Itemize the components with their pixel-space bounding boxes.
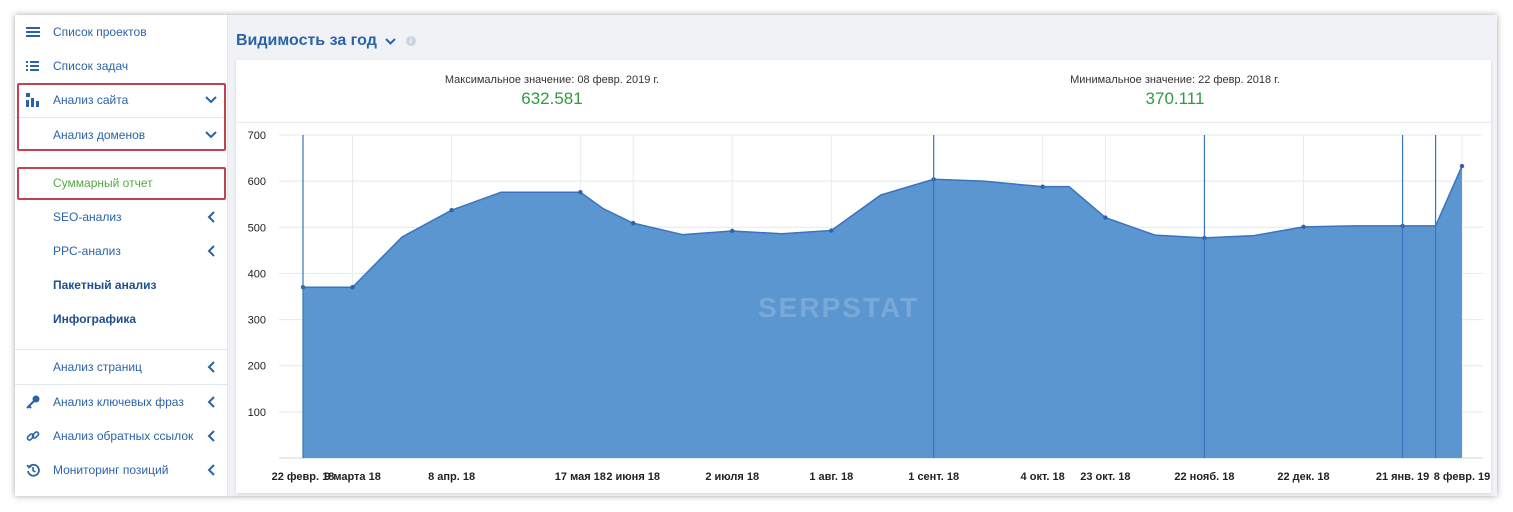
data-point [1459, 163, 1465, 169]
chevron-left-icon [205, 245, 217, 257]
sidebar-item-label: SEO-анализ [53, 210, 122, 224]
sidebar-item-projects[interactable]: Список проектов [15, 15, 227, 49]
x-tick-label: 1 сент. 18 [908, 471, 959, 483]
y-tick-label: 100 [248, 407, 266, 419]
sidebar-item-label: Мониторинг позиций [53, 463, 169, 477]
info-icon[interactable]: i [405, 36, 416, 46]
sidebar-item-ppc-analysis[interactable]: PPC-анализ [15, 234, 227, 268]
data-point [630, 220, 636, 226]
key-icon [25, 394, 41, 410]
chevron-left-icon [205, 464, 217, 476]
sidebar-item-infographics[interactable]: Инфографика [15, 302, 227, 336]
chevron-left-icon [205, 361, 217, 373]
page-title: Видимость за год [236, 32, 377, 49]
sidebar-item-label: PPC-анализ [53, 244, 121, 258]
data-point [350, 285, 355, 290]
sidebar-item-page-analysis[interactable]: Анализ страниц [15, 350, 227, 384]
highlight-frame [17, 167, 226, 200]
chart-title-dropdown[interactable]: Видимость за год i [236, 32, 416, 50]
data-point [730, 228, 735, 234]
x-tick-label: 17 мая 18 [555, 471, 606, 483]
y-tick-label: 400 [248, 268, 266, 280]
sidebar-item-label: Список задач [53, 59, 129, 73]
x-tick-label: 22 дек. 18 [1277, 471, 1329, 483]
list-icon [25, 58, 41, 74]
sidebar-item-seo-analysis[interactable]: SEO-анализ [15, 200, 227, 234]
sidebar-item-label: Инфографика [53, 312, 137, 326]
sidebar-item-keyword-analysis[interactable]: Анализ ключевых фраз [15, 385, 227, 419]
x-tick-label: 4 окт. 18 [1021, 471, 1065, 483]
serpstat-watermark: SERPSTAT [758, 292, 920, 323]
y-tick-label: 500 [248, 222, 266, 234]
data-point [1040, 184, 1045, 189]
hamburger-icon [25, 24, 41, 40]
y-tick-label: 200 [248, 361, 266, 373]
x-tick-label: 2 июля 18 [705, 471, 759, 483]
sidebar-item-label: Список проектов [53, 25, 147, 39]
x-tick-label: 23 окт. 18 [1080, 471, 1130, 483]
sidebar-item-backlink-analysis[interactable]: Анализ обратных ссылок [15, 419, 227, 453]
data-point [449, 208, 454, 213]
x-tick-label: 8 февр. 19 [1434, 471, 1491, 483]
history-icon [25, 462, 41, 478]
sidebar-item-batch-analysis[interactable]: Пакетный анализ [15, 268, 227, 302]
x-tick-label: 1 авг. 18 [809, 471, 853, 483]
sidebar-item-label: Анализ обратных ссылок [53, 429, 194, 443]
y-tick-label: 300 [248, 315, 266, 327]
x-tick-label: 8 апр. 18 [428, 471, 475, 483]
data-point [1103, 215, 1108, 220]
chevron-down-icon [385, 37, 396, 45]
sidebar: Список проектов Список задач Анализ сайт… [15, 15, 228, 496]
y-tick-label: 600 [248, 176, 266, 188]
link-icon [25, 428, 41, 444]
x-tick-label: 22 нояб. 18 [1174, 471, 1234, 483]
x-tick-label: 21 янв. 19 [1376, 471, 1429, 483]
chevron-left-icon [205, 396, 217, 408]
data-point [829, 228, 834, 233]
visibility-chart-card: Максимальное значение: 08 февр. 2019 г. … [236, 60, 1491, 493]
sidebar-item-rank-tracking[interactable]: Мониторинг позиций [15, 453, 227, 487]
app-frame: Список проектов Список задач Анализ сайт… [15, 15, 1497, 496]
sidebar-item-label: Пакетный анализ [53, 278, 157, 292]
sidebar-item-tasks[interactable]: Список задач [15, 49, 227, 83]
data-point [1301, 224, 1306, 230]
visibility-area-chart: 100200300400500600700 22 февр. 189 марта… [248, 130, 1491, 483]
x-tick-label: 2 июня 18 [606, 471, 660, 483]
y-tick-label: 700 [248, 130, 266, 142]
sidebar-item-label: Анализ ключевых фраз [53, 395, 184, 409]
data-point [578, 190, 583, 195]
highlight-frame [17, 83, 226, 151]
x-tick-label: 9 марта 18 [324, 471, 381, 483]
chevron-left-icon [205, 430, 217, 442]
sidebar-item-label: Анализ страниц [53, 360, 142, 374]
chevron-left-icon [205, 211, 217, 223]
